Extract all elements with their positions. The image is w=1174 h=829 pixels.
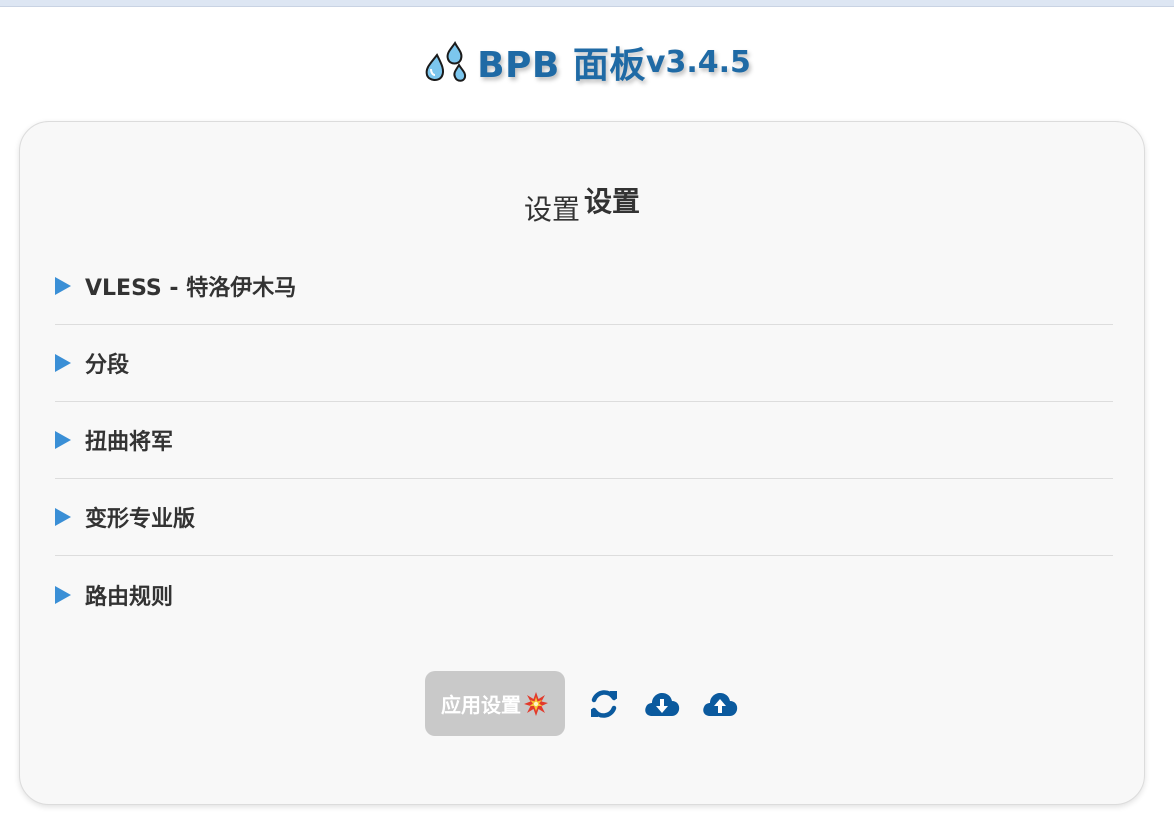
triangle-right-icon <box>55 354 71 372</box>
cloud-download-icon <box>645 692 680 716</box>
import-settings-button[interactable] <box>701 685 739 723</box>
apply-settings-label: 应用设置 <box>441 693 521 717</box>
section-label: 变形专业版 <box>85 507 196 532</box>
section-label: 分段 <box>85 353 130 378</box>
collision-icon <box>524 691 548 716</box>
section-vless-trojan[interactable]: VLESS - 特洛伊木马 <box>55 248 1113 325</box>
section-routing-rules[interactable]: 路由规则 <box>55 556 1113 633</box>
triangle-right-icon <box>55 585 71 604</box>
settings-actions: 应用设置 <box>20 671 1144 736</box>
section-warp-pro[interactable]: 变形专业版 <box>55 479 1113 556</box>
settings-heading: 设置 设置 <box>20 185 1144 228</box>
section-label: 路由规则 <box>85 584 174 610</box>
triangle-right-icon <box>55 431 71 449</box>
export-settings-button[interactable] <box>643 685 681 723</box>
settings-heading-bold: 设置 <box>584 185 641 218</box>
refresh-icon <box>591 689 617 718</box>
panel-title: BPB 面板 <box>477 45 646 86</box>
settings-heading-light: 设置 <box>523 193 580 226</box>
section-label: 扭曲将军 <box>85 430 174 455</box>
triangle-right-icon <box>55 508 71 526</box>
section-warp-general[interactable]: 扭曲将军 <box>55 402 1113 479</box>
settings-sections: VLESS - 特洛伊木马 分段 扭曲将军 变形专业版 路由规则 <box>55 248 1113 633</box>
panel-header: BPB 面板 v3.4.5 <box>0 34 1174 90</box>
settings-card: 设置 设置 VLESS - 特洛伊木马 分段 扭曲将军 变形专业版 路由规则 应用… <box>19 121 1145 805</box>
panel-version: v3.4.5 <box>645 44 751 80</box>
cloud-upload-icon <box>703 692 738 716</box>
triangle-right-icon <box>55 277 71 295</box>
section-fragment[interactable]: 分段 <box>55 325 1113 402</box>
sweat-droplets-icon <box>425 41 467 82</box>
section-label: VLESS - 特洛伊木马 <box>85 276 297 301</box>
apply-settings-button[interactable]: 应用设置 <box>425 671 565 736</box>
browser-top-strip <box>0 0 1174 7</box>
reset-settings-button[interactable] <box>585 685 623 723</box>
